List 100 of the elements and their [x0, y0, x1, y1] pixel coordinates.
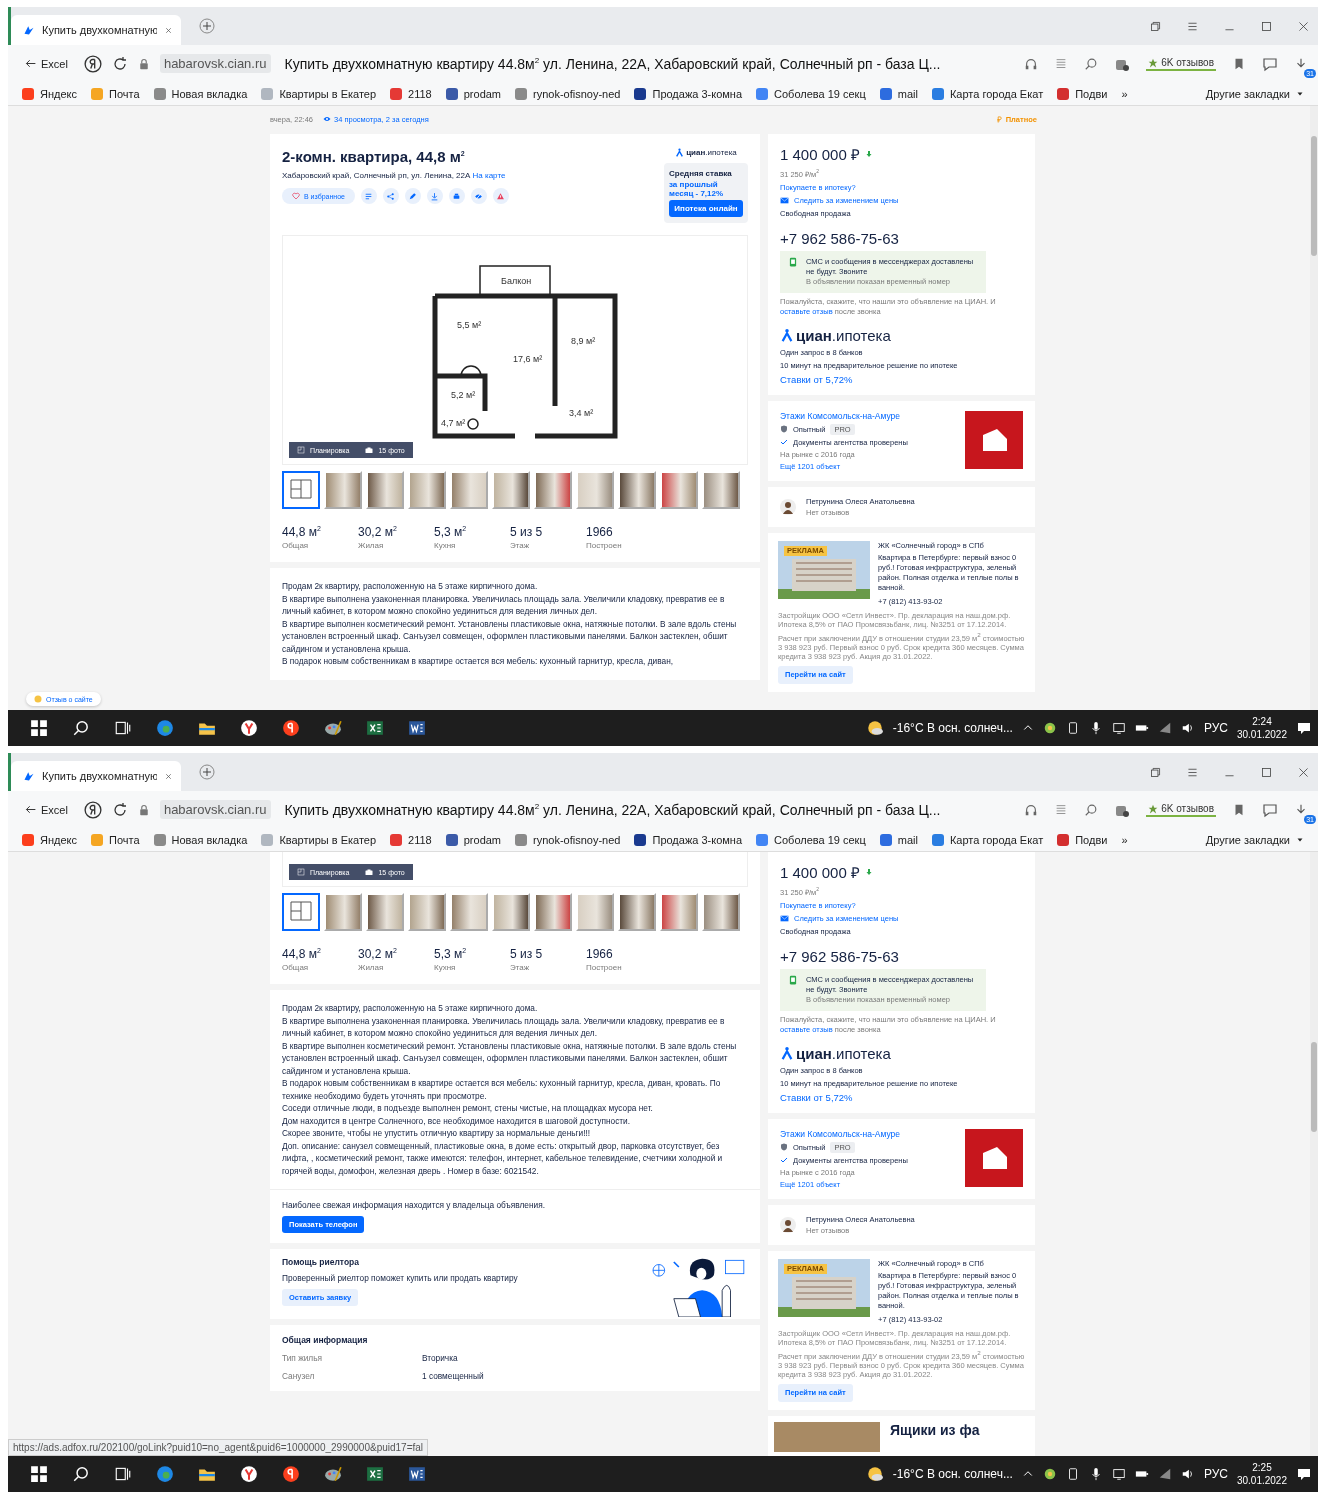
tabs-icon[interactable] [1149, 765, 1162, 779]
close-icon[interactable] [164, 771, 173, 781]
headphones-icon[interactable] [1024, 56, 1039, 71]
floor-plan-thumbnail[interactable] [282, 471, 320, 509]
spreadsheet-icon[interactable] [366, 1465, 384, 1483]
ad-title[interactable]: Ящики из фа [890, 1421, 980, 1438]
bookmark[interactable]: prodam [445, 833, 502, 846]
action-button[interactable] [448, 188, 465, 204]
yandex-icon[interactable] [83, 54, 102, 73]
photo-thumbnail[interactable] [618, 471, 656, 509]
action-button[interactable] [382, 188, 399, 204]
photo-thumbnail[interactable] [366, 893, 404, 931]
photo-thumbnail[interactable] [408, 471, 446, 509]
bookmark[interactable]: Квартиры в Екатер [261, 833, 377, 846]
display-icon[interactable] [1111, 1467, 1126, 1481]
bookmark[interactable]: rynok-ofisnoy-ned [515, 833, 621, 846]
bookmark[interactable]: Подви [1057, 833, 1108, 846]
scrollbar[interactable] [1310, 106, 1318, 710]
notifications-icon[interactable] [1296, 1466, 1312, 1482]
action-button[interactable] [492, 188, 509, 204]
mortgage-online-button[interactable]: Ипотека онлайн [669, 200, 743, 217]
close-icon[interactable] [1297, 765, 1310, 779]
agency-name[interactable]: Этажи Комсомольск-на-Амуре [780, 410, 957, 421]
bookmark[interactable]: Соболева 19 секц [756, 833, 866, 846]
bookmark[interactable]: Яндекс [22, 87, 77, 100]
rates-link[interactable]: Ставки от 5,72% [780, 373, 1023, 385]
browser-icon[interactable] [282, 1465, 300, 1483]
task-view-icon[interactable] [114, 719, 132, 737]
search-icon[interactable] [72, 719, 90, 737]
photo-thumbnail[interactable] [576, 893, 614, 931]
bookmark[interactable]: Карта города Екат [931, 833, 1044, 846]
agency-name[interactable]: Этажи Комсомольск-на-Амуре [780, 1128, 957, 1139]
bookmark[interactable]: Подви [1057, 87, 1108, 100]
spreadsheet-icon[interactable] [366, 719, 384, 737]
edge-browser-icon[interactable] [156, 1465, 174, 1483]
start-icon[interactable] [30, 719, 48, 737]
photo-thumbnail[interactable] [450, 471, 488, 509]
search-icon[interactable] [72, 1465, 90, 1483]
document-icon[interactable] [408, 1465, 426, 1483]
other-bookmarks-button[interactable]: Другие закладки [1205, 833, 1304, 846]
speech-bubble-icon[interactable] [1262, 801, 1278, 818]
bookmark[interactable]: Продажа 3-комна [634, 87, 743, 100]
speaker-icon[interactable] [1180, 721, 1195, 735]
address-domain[interactable]: habarovsk.cian.ru [159, 54, 271, 73]
maximize-icon[interactable] [1260, 19, 1273, 33]
start-icon[interactable] [30, 1465, 48, 1483]
browser-icon[interactable] [282, 719, 300, 737]
photo-thumbnail[interactable] [660, 893, 698, 931]
photo-thumbnail[interactable] [534, 893, 572, 931]
bookmark[interactable]: Новая вкладка [153, 833, 248, 846]
reviews-button[interactable]: 6K отзывов [1146, 56, 1216, 71]
bookmark[interactable]: Почта [91, 87, 140, 100]
bookmark[interactable]: 2118 [390, 833, 432, 846]
reviews-button[interactable]: 6K отзывов [1146, 802, 1216, 817]
photo-thumbnail[interactable] [366, 471, 404, 509]
scrollbar[interactable] [1310, 852, 1318, 1456]
palette-icon[interactable] [324, 719, 342, 737]
action-button[interactable] [360, 188, 377, 204]
browser-tab[interactable]: Купить двухкомнатную [11, 15, 181, 45]
address-domain[interactable]: habarovsk.cian.ru [159, 800, 271, 819]
action-button[interactable] [404, 188, 421, 204]
maximize-icon[interactable] [1260, 765, 1273, 779]
reload-icon[interactable] [111, 801, 128, 818]
rates-link[interactable]: Ставки от 5,72% [780, 1091, 1023, 1103]
bookmark[interactable]: Соболева 19 секц [756, 87, 866, 100]
wifi-icon[interactable] [1157, 1467, 1172, 1481]
clock[interactable]: 2:24 30.01.2022 [1236, 715, 1287, 741]
map-link[interactable]: На карте [472, 171, 506, 180]
language-indicator[interactable]: РУС [1203, 721, 1228, 735]
photo-thumbnail[interactable] [492, 471, 530, 509]
close-icon[interactable] [1297, 19, 1310, 33]
yandex-icon[interactable] [83, 800, 102, 819]
photo-thumbnail[interactable] [702, 471, 740, 509]
speaker-icon[interactable] [1180, 1467, 1195, 1481]
bookmark[interactable]: prodam [445, 87, 502, 100]
more-bookmarks-button[interactable]: » [1121, 833, 1128, 846]
bookmark[interactable]: mail [879, 87, 918, 100]
headphones-icon[interactable] [1024, 802, 1039, 817]
photo-thumbnail[interactable] [618, 893, 656, 931]
action-button[interactable] [470, 188, 487, 204]
document-icon[interactable] [408, 719, 426, 737]
photo-thumbnail[interactable] [660, 471, 698, 509]
wifi-icon[interactable] [1157, 721, 1172, 735]
tray-app-icon[interactable] [1042, 1467, 1057, 1481]
task-view-icon[interactable] [114, 1465, 132, 1483]
notifications-icon[interactable] [1296, 720, 1312, 736]
photo-thumbnail[interactable] [576, 471, 614, 509]
photo-thumbnail[interactable] [324, 893, 362, 931]
bookmark[interactable]: Карта города Екат [931, 87, 1044, 100]
other-bookmarks-button[interactable]: Другие закладки [1205, 87, 1304, 100]
bookmark[interactable]: 2118 [390, 87, 432, 100]
bookmark[interactable]: Квартиры в Екатер [261, 87, 377, 100]
tray-app-icon[interactable] [1042, 721, 1057, 735]
photo-thumbnail[interactable] [408, 893, 446, 931]
bookmark[interactable]: rynok-ofisnoy-ned [515, 87, 621, 100]
tabs-icon[interactable] [1149, 19, 1162, 33]
bookmark[interactable]: Новая вкладка [153, 87, 248, 100]
palette-icon[interactable] [324, 1465, 342, 1483]
photo-thumbnail[interactable] [534, 471, 572, 509]
browser-icon[interactable] [240, 1465, 258, 1483]
